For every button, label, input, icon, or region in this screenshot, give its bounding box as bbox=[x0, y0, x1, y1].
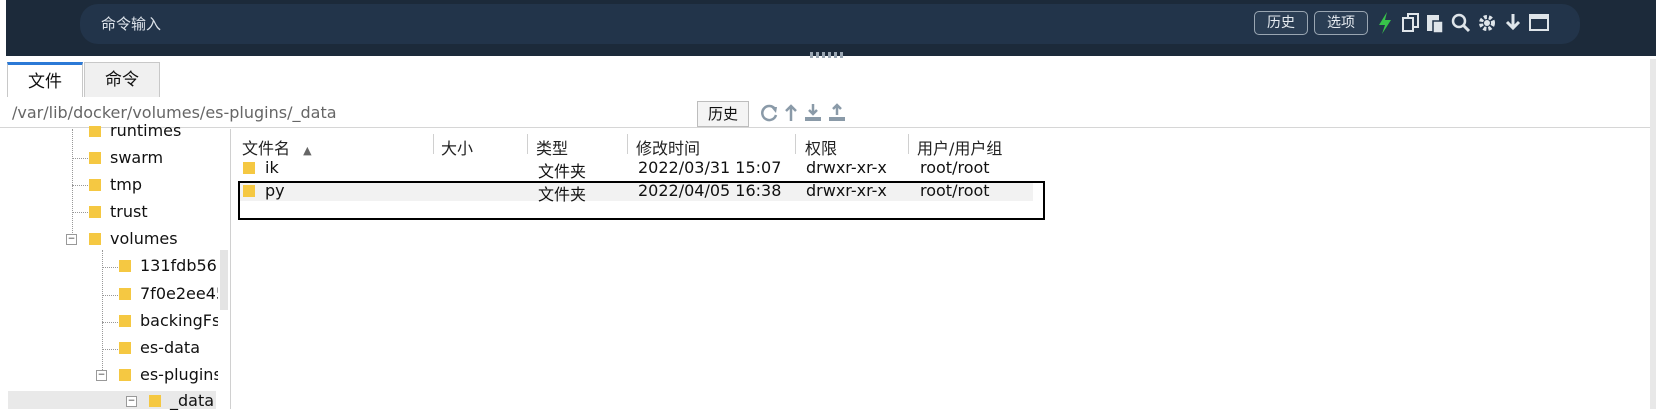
folder-icon bbox=[89, 152, 101, 164]
folder-icon bbox=[119, 342, 131, 354]
tree-line bbox=[102, 295, 118, 297]
collapse-toggle[interactable]: − bbox=[66, 234, 77, 245]
tree-item-131fdb565[interactable]: 131fdb565 bbox=[140, 256, 218, 275]
tree-item-volumes[interactable]: volumes bbox=[110, 229, 178, 248]
path-input[interactable]: /var/lib/docker/volumes/es-plugins/_data bbox=[12, 103, 337, 122]
folder-open-icon bbox=[119, 369, 131, 381]
tree-line bbox=[102, 322, 118, 324]
tree-line bbox=[72, 185, 88, 187]
history-button[interactable]: 历史 bbox=[1254, 11, 1308, 35]
file-modified: 2022/03/31 15:07 bbox=[638, 158, 782, 177]
lightning-icon[interactable] bbox=[1374, 11, 1396, 35]
column-header-name[interactable]: 文件名 ▲ bbox=[242, 135, 312, 159]
column-header-type[interactable]: 类型 bbox=[536, 135, 568, 159]
column-separator[interactable] bbox=[908, 134, 909, 154]
column-header-owner[interactable]: 用户/用户组 bbox=[917, 135, 1002, 159]
folder-open-icon bbox=[149, 395, 161, 407]
column-separator[interactable] bbox=[795, 134, 796, 154]
path-history-button[interactable]: 历史 bbox=[697, 101, 749, 127]
folder-icon bbox=[243, 162, 255, 174]
folder-icon bbox=[89, 126, 101, 137]
paste-icon[interactable] bbox=[1424, 11, 1446, 35]
folder-icon bbox=[119, 288, 131, 300]
tree-item-runtimes[interactable]: runtimes bbox=[110, 121, 181, 140]
upload-file-icon[interactable] bbox=[826, 102, 848, 124]
collapse-toggle[interactable]: − bbox=[96, 370, 107, 381]
column-header-name-label: 文件名 bbox=[242, 139, 291, 158]
tree-item-tmp[interactable]: tmp bbox=[110, 175, 142, 194]
highlight-box bbox=[238, 181, 1045, 220]
tree-line bbox=[72, 212, 88, 214]
column-separator[interactable] bbox=[433, 134, 434, 154]
tree-item-data[interactable]: _data bbox=[170, 391, 214, 410]
folder-icon bbox=[119, 315, 131, 327]
column-header-permissions[interactable]: 权限 bbox=[805, 135, 837, 159]
column-header-size[interactable]: 大小 bbox=[441, 135, 473, 159]
tree-item-7f0e2ee45[interactable]: 7f0e2ee45 bbox=[140, 284, 218, 303]
folder-icon bbox=[89, 206, 101, 218]
folder-open-icon bbox=[89, 233, 101, 245]
tree-line bbox=[72, 158, 88, 160]
right-scrollbar[interactable] bbox=[1650, 59, 1656, 409]
file-name[interactable]: ik bbox=[265, 158, 279, 177]
tree-line bbox=[72, 129, 74, 239]
tab-files[interactable]: 文件 bbox=[7, 62, 83, 99]
download-icon[interactable] bbox=[1502, 11, 1524, 35]
tree-item-backingfs[interactable]: backingFs bbox=[140, 311, 218, 330]
file-type: 文件夹 bbox=[538, 162, 587, 181]
file-owner: root/root bbox=[920, 158, 990, 177]
tree-line bbox=[102, 267, 118, 269]
column-separator[interactable] bbox=[527, 134, 528, 154]
resize-grip[interactable] bbox=[810, 52, 846, 58]
download-file-icon[interactable] bbox=[802, 102, 824, 124]
tree-item-swarm[interactable]: swarm bbox=[110, 148, 163, 167]
command-input-label: 命令输入 bbox=[101, 15, 162, 33]
collapse-toggle[interactable]: − bbox=[126, 396, 137, 407]
tree-line bbox=[102, 349, 118, 351]
command-bar: 命令输入 历史 选项 bbox=[0, 0, 1656, 56]
sort-ascending-icon: ▲ bbox=[303, 144, 312, 157]
tree-item-es-plugins[interactable]: es-plugins bbox=[140, 365, 218, 384]
tab-strip bbox=[0, 59, 1656, 98]
copy-icon[interactable] bbox=[1400, 11, 1422, 35]
gear-icon[interactable] bbox=[1476, 11, 1498, 35]
folder-icon bbox=[89, 179, 101, 191]
tree-line bbox=[102, 250, 104, 380]
file-permissions: drwxr-xr-x bbox=[806, 158, 887, 177]
options-button[interactable]: 选项 bbox=[1314, 11, 1368, 35]
column-header-modified[interactable]: 修改时间 bbox=[636, 135, 700, 159]
refresh-icon[interactable] bbox=[758, 102, 780, 124]
pane-splitter[interactable] bbox=[220, 250, 228, 310]
edge bbox=[0, 0, 6, 56]
up-icon[interactable] bbox=[780, 102, 802, 124]
window-icon[interactable] bbox=[1528, 11, 1550, 35]
tree-item-trust[interactable]: trust bbox=[110, 202, 148, 221]
search-icon[interactable] bbox=[1450, 11, 1472, 35]
tab-commands[interactable]: 命令 bbox=[84, 62, 160, 97]
tree-item-es-data[interactable]: es-data bbox=[140, 338, 200, 357]
column-separator[interactable] bbox=[627, 134, 628, 154]
folder-icon bbox=[119, 260, 131, 272]
